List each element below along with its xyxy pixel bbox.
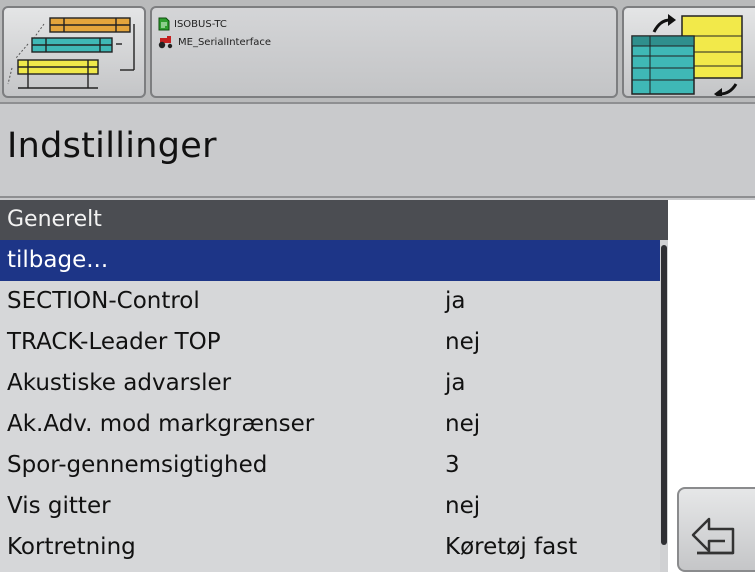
row-value: nej bbox=[445, 329, 481, 355]
settings-row-acoustic-warnings[interactable]: Akustiske advarsler ja bbox=[0, 363, 660, 404]
settings-row-section-control[interactable]: SECTION-Control ja bbox=[0, 281, 660, 322]
row-label: TRACK-Leader TOP bbox=[7, 329, 221, 355]
field-map-lanes-icon bbox=[7, 17, 135, 89]
row-value: nej bbox=[445, 493, 481, 519]
settings-list: tilbage... SECTION-Control ja TRACK-Lead… bbox=[0, 240, 660, 568]
title-bar: Indstillinger bbox=[0, 106, 755, 198]
back-arrow-icon bbox=[691, 517, 735, 555]
info-text: ME_SerialInterface bbox=[178, 36, 272, 48]
section-header: Generelt bbox=[0, 200, 668, 240]
settings-row-track-transparency[interactable]: Spor-gennemsigtighed 3 bbox=[0, 445, 660, 486]
row-label: Vis gitter bbox=[7, 493, 111, 519]
switch-screen-button[interactable] bbox=[622, 6, 755, 98]
row-label: tilbage... bbox=[7, 247, 109, 273]
back-button[interactable] bbox=[677, 487, 755, 572]
row-label: Kortretning bbox=[7, 534, 136, 560]
top-toolbar: ISOBUS-TC ME_SerialInterface bbox=[0, 0, 755, 104]
scrollbar-thumb[interactable] bbox=[661, 245, 667, 545]
info-text: ISOBUS-TC bbox=[174, 18, 227, 30]
settings-row-map-orientation[interactable]: Kortretning Køretøj fast bbox=[0, 527, 660, 568]
field-view-button[interactable] bbox=[2, 6, 146, 98]
settings-row-field-boundary-warnings[interactable]: Ak.Adv. mod markgrænser nej bbox=[0, 404, 660, 445]
info-line: ME_SerialInterface bbox=[158, 34, 271, 50]
settings-row-show-grid[interactable]: Vis gitter nej bbox=[0, 486, 660, 527]
document-icon bbox=[158, 17, 170, 31]
row-value: ja bbox=[445, 370, 466, 396]
page-title: Indstillinger bbox=[7, 126, 217, 166]
switch-screen-icon bbox=[631, 14, 743, 96]
row-value: ja bbox=[445, 288, 466, 314]
scrollbar[interactable] bbox=[660, 240, 668, 572]
info-line: ISOBUS-TC bbox=[158, 16, 227, 32]
row-value: Køretøj fast bbox=[445, 534, 578, 560]
row-value: 3 bbox=[445, 452, 460, 478]
settings-panel: Generelt tilbage... SECTION-Control ja T… bbox=[0, 200, 668, 572]
row-label: Ak.Adv. mod markgrænser bbox=[7, 411, 315, 437]
row-label: Akustiske advarsler bbox=[7, 370, 232, 396]
row-label: Spor-gennemsigtighed bbox=[7, 452, 268, 478]
tractor-icon bbox=[158, 36, 173, 49]
info-box: ISOBUS-TC ME_SerialInterface bbox=[150, 6, 618, 98]
row-value: nej bbox=[445, 411, 481, 437]
settings-row-track-leader-top[interactable]: TRACK-Leader TOP nej bbox=[0, 322, 660, 363]
row-label: SECTION-Control bbox=[7, 288, 200, 314]
settings-row-back[interactable]: tilbage... bbox=[0, 240, 660, 281]
